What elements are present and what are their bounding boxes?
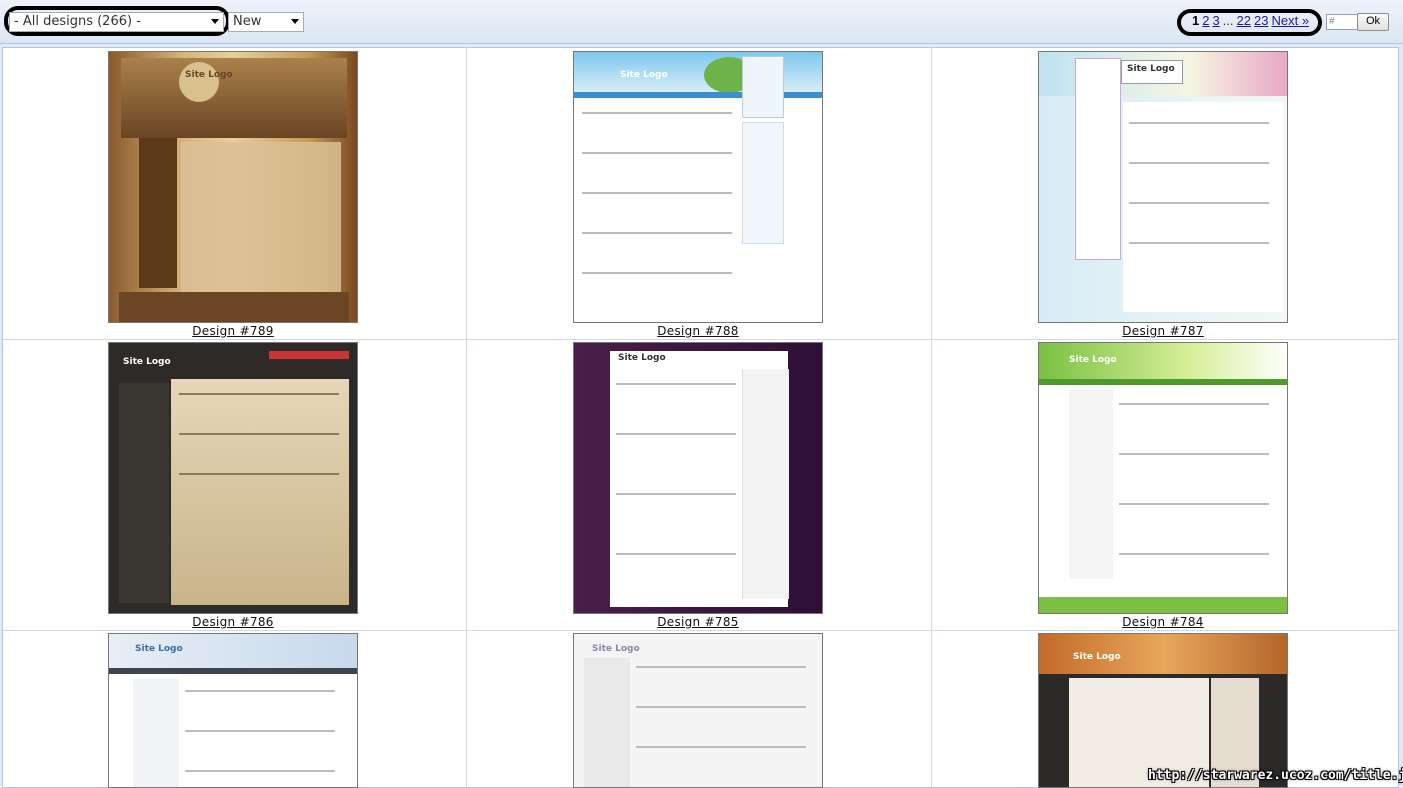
design-logo: Site Logo (618, 353, 666, 363)
grid-divider (931, 47, 932, 788)
design-logo: Site Logo (185, 70, 233, 80)
page-current: 1 (1192, 13, 1200, 28)
watermark-url: http://starwarez.ucoz.com/title.jpg (1148, 768, 1403, 783)
design-thumbnail[interactable]: Site Logo (108, 633, 358, 788)
design-logo: Site Logo (620, 70, 668, 80)
design-logo: Site Logo (123, 357, 171, 367)
design-thumbnail-788[interactable]: Site Logo (573, 51, 823, 323)
design-thumbnail-785[interactable]: Site Logo (573, 342, 823, 614)
chevron-down-icon (211, 19, 219, 24)
page-link-22[interactable]: 22 (1237, 13, 1251, 28)
go-page-button[interactable]: Ok (1357, 13, 1389, 31)
page-link-23[interactable]: 23 (1254, 13, 1268, 28)
grid-divider (2, 339, 1399, 340)
design-caption[interactable]: Design #785 (573, 615, 823, 629)
design-thumbnail-786[interactable]: Site Logo (108, 342, 358, 614)
sort-select-value: New (233, 14, 262, 29)
design-caption[interactable]: Design #787 (1038, 324, 1288, 338)
design-caption[interactable]: Design #786 (108, 615, 358, 629)
design-logo: Site Logo (1069, 355, 1117, 365)
next-page-link[interactable]: Next » (1271, 13, 1309, 28)
design-thumbnail-784[interactable]: Site Logo (1038, 342, 1288, 614)
design-logo: Site Logo (1073, 652, 1121, 662)
design-caption[interactable]: Design #788 (573, 324, 823, 338)
grid-divider (2, 630, 1399, 631)
chevron-down-icon (291, 19, 299, 24)
sort-select[interactable]: New (228, 12, 304, 32)
design-logo: Site Logo (592, 644, 640, 654)
category-select-value: - All designs (266) - (14, 14, 141, 29)
pagination: 1 2 3... 22 23 Next » (1192, 13, 1312, 28)
page-link-3[interactable]: 3 (1212, 13, 1219, 28)
design-logo: Site Logo (135, 644, 183, 654)
design-caption[interactable]: Design #789 (108, 324, 358, 338)
category-select[interactable]: - All designs (266) - (9, 12, 224, 32)
design-thumbnail-787[interactable]: Site Logo (1038, 51, 1288, 323)
page-ellipsis: ... (1222, 13, 1234, 28)
design-thumbnail[interactable]: Site Logo (1038, 633, 1288, 788)
design-thumbnail[interactable]: Site Logo (573, 633, 823, 788)
design-logo: Site Logo (1127, 64, 1175, 74)
design-caption[interactable]: Design #784 (1038, 615, 1288, 629)
grid-divider (466, 47, 467, 788)
page-number-input[interactable]: # (1326, 14, 1360, 30)
page-link-2[interactable]: 2 (1202, 13, 1209, 28)
design-thumbnail-789[interactable]: Site Logo (108, 51, 358, 323)
